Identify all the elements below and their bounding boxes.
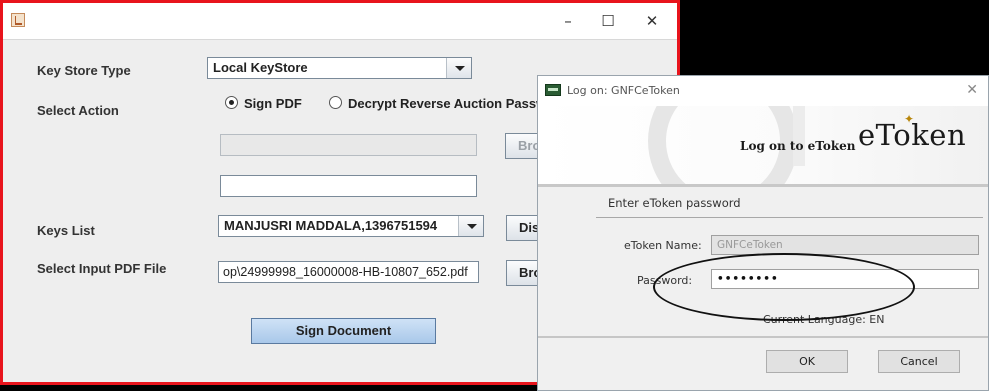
dialog-title: Log on: GNFCeToken [567, 84, 680, 97]
sign-document-button[interactable]: Sign Document [251, 318, 436, 344]
dialog-separator [538, 184, 988, 187]
radio-sign-pdf[interactable]: Sign PDF [225, 96, 302, 111]
keys-dropdown-arrow-icon[interactable] [458, 216, 483, 236]
minimize-button[interactable]: – [551, 9, 585, 33]
select-action-label: Select Action [37, 103, 119, 118]
radio-unselected-icon [329, 96, 342, 109]
maximize-button[interactable]: ☐ [591, 9, 625, 33]
key-store-type-select[interactable]: Local KeyStore [207, 57, 472, 79]
java-app-icon [11, 13, 25, 27]
keys-list-select[interactable]: MANJUSRI MADDALA,1396751594 [218, 215, 484, 237]
close-button[interactable]: ✕ [635, 9, 669, 33]
etoken-icon [545, 84, 561, 96]
banner-bar-decoration [793, 106, 805, 166]
keys-list-value: MANJUSRI MADDALA,1396751594 [224, 218, 438, 233]
main-titlebar: – ☐ ✕ [3, 3, 677, 40]
etoken-logon-dialog: Log on: GNFCeToken ✕ Log on to eToken eT… [537, 75, 989, 391]
select-input-pdf-label: Select Input PDF File [37, 261, 167, 276]
dropdown-arrow-icon[interactable] [446, 58, 471, 78]
ok-button[interactable]: OK [766, 350, 848, 373]
banner-heading: Log on to eToken [740, 139, 856, 153]
section-divider [596, 217, 983, 218]
empty-text-field[interactable] [220, 175, 477, 197]
etoken-logo: eToken ✦ [858, 112, 967, 152]
token-name-label: eToken Name: [624, 239, 702, 252]
enter-password-section-label: Enter eToken password [608, 196, 741, 210]
cancel-button[interactable]: Cancel [878, 350, 960, 373]
dialog-titlebar: Log on: GNFCeToken ✕ [538, 76, 988, 106]
radio-decrypt-label: Decrypt Reverse Auction Passwo [348, 96, 555, 111]
key-store-type-value: Local KeyStore [213, 60, 308, 75]
key-store-type-label: Key Store Type [37, 63, 131, 78]
disabled-path-field [220, 134, 477, 156]
annotation-ellipse [653, 253, 915, 321]
input-pdf-path-field[interactable]: op\24999998_16000008-HB-10807_652.pdf [218, 261, 479, 283]
radio-sign-pdf-label: Sign PDF [244, 96, 302, 111]
dialog-bottom-separator [538, 336, 988, 338]
radio-selected-icon [225, 96, 238, 109]
keys-list-label: Keys List [37, 223, 95, 238]
dialog-close-icon[interactable]: ✕ [966, 82, 978, 98]
token-name-field: GNFCeToken [711, 235, 979, 255]
radio-decrypt-reverse-auction[interactable]: Decrypt Reverse Auction Passwo [329, 96, 554, 111]
etoken-logo-mark-icon: ✦ [904, 112, 915, 126]
